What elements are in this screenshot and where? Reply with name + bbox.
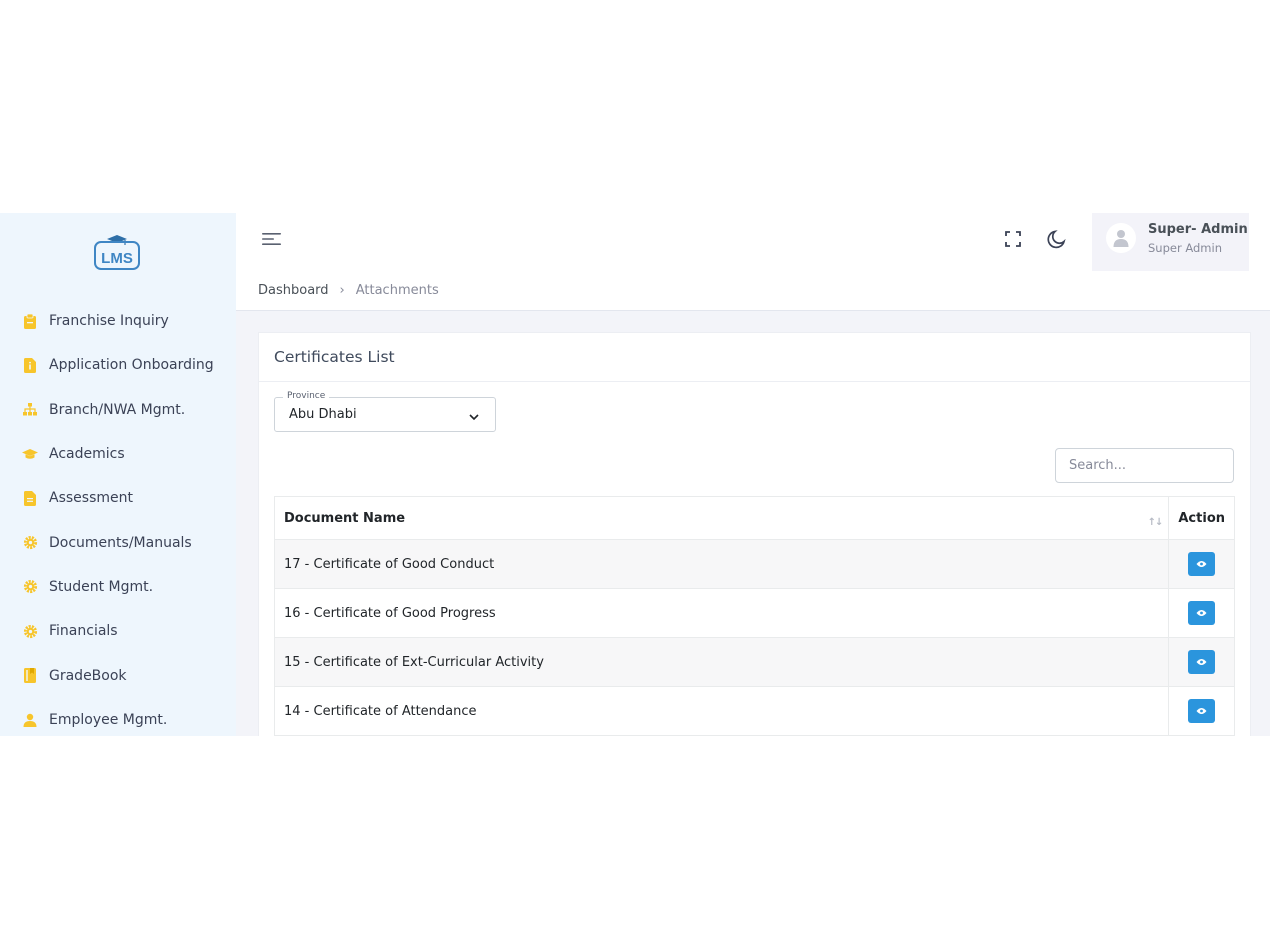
gear-icon (22, 623, 38, 639)
user-icon (22, 712, 38, 728)
logo-text: LMS (101, 250, 133, 267)
eye-icon (1196, 561, 1207, 567)
column-header-action: Action (1168, 496, 1235, 540)
action-cell (1168, 637, 1235, 687)
info-document-icon (22, 357, 38, 373)
province-label: Province (283, 391, 330, 401)
fullscreen-icon[interactable] (1003, 229, 1023, 249)
document-name-cell: 17 - Certificate of Good Conduct (273, 539, 1170, 589)
sidebar-item-label: Financials (49, 623, 118, 640)
document-name-cell: 15 - Certificate of Ext-Curricular Activ… (273, 637, 1170, 687)
clipboard-icon (22, 313, 38, 329)
sidebar-item-branch-nwa-mgmt[interactable]: Branch/NWA Mgmt. (0, 388, 236, 432)
gear-icon (22, 535, 38, 551)
certificates-table: Document Name ↑↓ Action 17 - Certificate… (273, 496, 1235, 736)
sidebar-item-financials[interactable]: Financials (0, 609, 236, 653)
table-header-row: Document Name ↑↓ Action (273, 496, 1235, 540)
chevron-down-icon (467, 409, 481, 423)
sidebar-item-assessment[interactable]: Assessment (0, 476, 236, 520)
certificates-card: Certificates List Province Abu Dhabi Doc… (258, 332, 1251, 736)
view-button[interactable] (1188, 699, 1216, 723)
sidebar-item-label: Student Mgmt. (49, 578, 154, 595)
user-name: Super- Admin (1148, 222, 1248, 237)
chevron-right-icon: › (339, 283, 345, 298)
table-row: 16 - Certificate of Good Progress (273, 588, 1235, 638)
lms-logo[interactable]: LMS (92, 233, 142, 273)
gear-icon (22, 579, 38, 595)
breadcrumb-dashboard-link[interactable]: Dashboard (258, 283, 329, 298)
sidebar-item-label: Franchise Inquiry (49, 313, 169, 330)
table-row: 14 - Certificate of Attendance (273, 686, 1235, 736)
province-select[interactable]: Province Abu Dhabi (274, 391, 496, 432)
avatar (1106, 223, 1136, 253)
sidebar-item-gradebook[interactable]: GradeBook (0, 653, 236, 697)
column-header-label: Document Name (284, 510, 406, 526)
breadcrumb-current: Attachments (355, 283, 439, 298)
column-header-label: Action (1178, 510, 1225, 526)
book-icon (22, 668, 38, 684)
sidebar-item-label: Employee Mgmt. (49, 711, 168, 728)
sort-icon[interactable]: ↑↓ (1148, 517, 1164, 528)
sidebar-item-label: Assessment (49, 490, 133, 507)
table-row: 17 - Certificate of Good Conduct (273, 539, 1235, 589)
column-header-document-name[interactable]: Document Name ↑↓ (273, 496, 1170, 540)
sidebar-item-student-mgmt[interactable]: Student Mgmt. (0, 565, 236, 609)
sidebar-item-label: Application Onboarding (49, 357, 214, 374)
sidebar-item-franchise-inquiry[interactable]: Franchise Inquiry (0, 299, 236, 343)
sidebar: LMS Franchise Inquiry Application Onboar… (0, 213, 236, 736)
graduation-cap-icon (22, 446, 38, 462)
sidebar-item-label: Academics (49, 446, 125, 463)
sidebar-item-employee-mgmt[interactable]: Employee Mgmt. (0, 698, 236, 736)
breadcrumb: Dashboard › Attachments (236, 271, 1270, 311)
hamburger-menu-icon[interactable] (262, 231, 282, 247)
view-button[interactable] (1188, 650, 1216, 674)
view-button[interactable] (1188, 601, 1216, 625)
sidebar-item-label: GradeBook (49, 667, 127, 684)
document-icon (22, 490, 38, 506)
sidebar-item-application-onboarding[interactable]: Application Onboarding (0, 343, 236, 387)
sidebar-item-documents-manuals[interactable]: Documents/Manuals (0, 520, 236, 564)
eye-icon (1196, 708, 1207, 714)
dark-mode-moon-icon[interactable] (1046, 228, 1068, 250)
page-title: Certificates List (274, 348, 395, 366)
eye-icon (1196, 610, 1207, 616)
sidebar-menu: Franchise Inquiry Application Onboarding… (0, 299, 236, 736)
sitemap-icon (22, 402, 38, 418)
topbar: Super- Admin Super Admin (236, 213, 1270, 272)
view-button[interactable] (1188, 552, 1216, 576)
search-input[interactable] (1055, 448, 1234, 483)
document-name-cell: 14 - Certificate of Attendance (273, 686, 1170, 736)
sidebar-item-label: Branch/NWA Mgmt. (49, 401, 186, 418)
action-cell (1168, 539, 1235, 589)
eye-icon (1196, 659, 1207, 665)
sidebar-item-academics[interactable]: Academics (0, 432, 236, 476)
user-profile-dropdown[interactable]: Super- Admin Super Admin (1092, 213, 1249, 271)
action-cell (1168, 686, 1235, 736)
app-viewport: LMS Franchise Inquiry Application Onboar… (0, 213, 1270, 736)
sidebar-item-label: Documents/Manuals (49, 534, 192, 551)
card-header: Certificates List (259, 333, 1250, 382)
table-row: 15 - Certificate of Ext-Curricular Activ… (273, 637, 1235, 687)
document-name-cell: 16 - Certificate of Good Progress (273, 588, 1170, 638)
province-value: Abu Dhabi (289, 407, 357, 422)
action-cell (1168, 588, 1235, 638)
user-role: Super Admin (1148, 241, 1222, 255)
